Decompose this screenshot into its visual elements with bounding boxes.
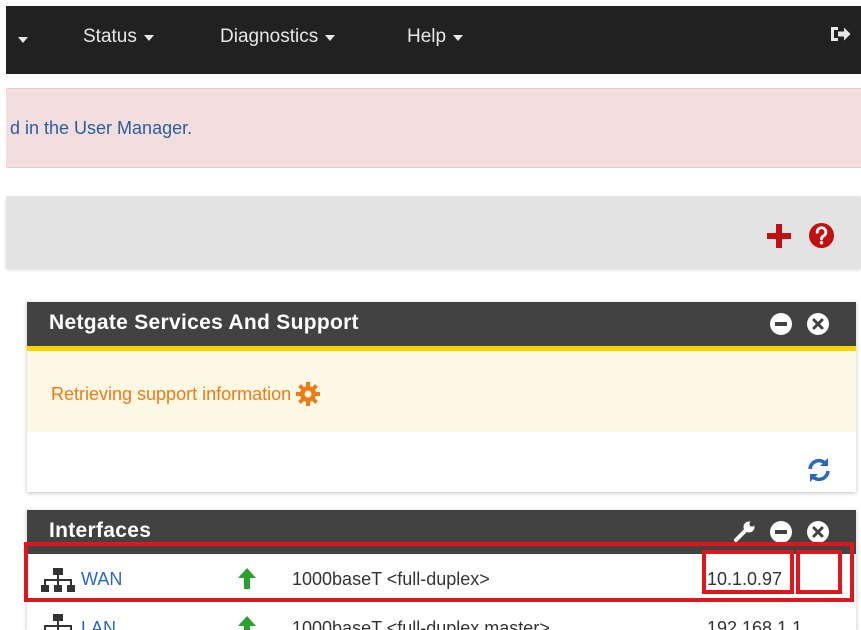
support-widget: Netgate Services And Support Retrieving … bbox=[27, 302, 856, 492]
interface-ip: 192.168.1.1 bbox=[707, 618, 803, 630]
minus-circle-icon[interactable] bbox=[769, 312, 793, 336]
sign-out-icon[interactable] bbox=[828, 22, 852, 46]
support-message: Retrieving support information bbox=[51, 383, 292, 404]
sitemap-icon bbox=[44, 614, 72, 630]
close-circle-icon[interactable] bbox=[806, 312, 830, 336]
close-circle-icon[interactable] bbox=[806, 520, 830, 544]
interface-media: 1000baseT <full-duplex,master> bbox=[292, 618, 550, 630]
chevron-down-icon bbox=[325, 35, 336, 41]
top-navbar: Status Diagnostics Help bbox=[6, 6, 861, 74]
chevron-down-icon bbox=[453, 35, 464, 41]
support-widget-heading: Netgate Services And Support bbox=[27, 302, 856, 346]
arrow-up-icon bbox=[238, 616, 256, 630]
nav-menu-help-label: Help bbox=[407, 26, 447, 47]
nav-menu-status[interactable]: Status bbox=[83, 26, 154, 48]
nav-menu-diagnostics[interactable]: Diagnostics bbox=[220, 26, 336, 48]
question-circle-icon[interactable] bbox=[808, 222, 835, 249]
page-header-bar bbox=[6, 196, 861, 268]
support-message-band: Retrieving support information bbox=[27, 346, 856, 432]
support-widget-title: Netgate Services And Support bbox=[49, 311, 359, 334]
nav-menu-diagnostics-label: Diagnostics bbox=[220, 26, 319, 47]
alert-message[interactable]: d in the User Manager. bbox=[10, 118, 192, 139]
interfaces-widget-heading: Interfaces bbox=[27, 510, 856, 554]
warning-alert: d in the User Manager. bbox=[6, 88, 861, 168]
chevron-down-icon bbox=[143, 35, 154, 41]
support-status: Retrieving support information bbox=[51, 381, 321, 407]
interface-row-lan: LAN 1000baseT <full-duplex,master> 192.1… bbox=[27, 608, 856, 630]
interface-ip: 10.1.0.97 bbox=[707, 569, 783, 589]
arrow-up-icon bbox=[238, 568, 256, 589]
sitemap-icon bbox=[41, 568, 75, 592]
wrench-icon[interactable] bbox=[733, 520, 757, 544]
interface-link-wan[interactable]: WAN bbox=[81, 569, 122, 590]
interface-link-lan[interactable]: LAN bbox=[81, 618, 116, 630]
interface-row-wan: WAN 1000baseT <full-duplex> 10.1.0.97 bbox=[27, 558, 856, 602]
nav-menu-help[interactable]: Help bbox=[407, 26, 464, 48]
menu-caret-icon[interactable] bbox=[18, 37, 28, 43]
gear-icon bbox=[296, 382, 321, 406]
plus-icon[interactable] bbox=[766, 223, 792, 249]
minus-circle-icon[interactable] bbox=[769, 520, 793, 544]
interface-media: 1000baseT <full-duplex> bbox=[292, 569, 490, 589]
refresh-icon[interactable] bbox=[805, 456, 833, 484]
interfaces-widget: Interfaces WAN 1000baseT <full-duplex> 1… bbox=[27, 510, 856, 630]
interfaces-widget-title: Interfaces bbox=[49, 519, 152, 542]
nav-menu-status-label: Status bbox=[83, 26, 137, 47]
